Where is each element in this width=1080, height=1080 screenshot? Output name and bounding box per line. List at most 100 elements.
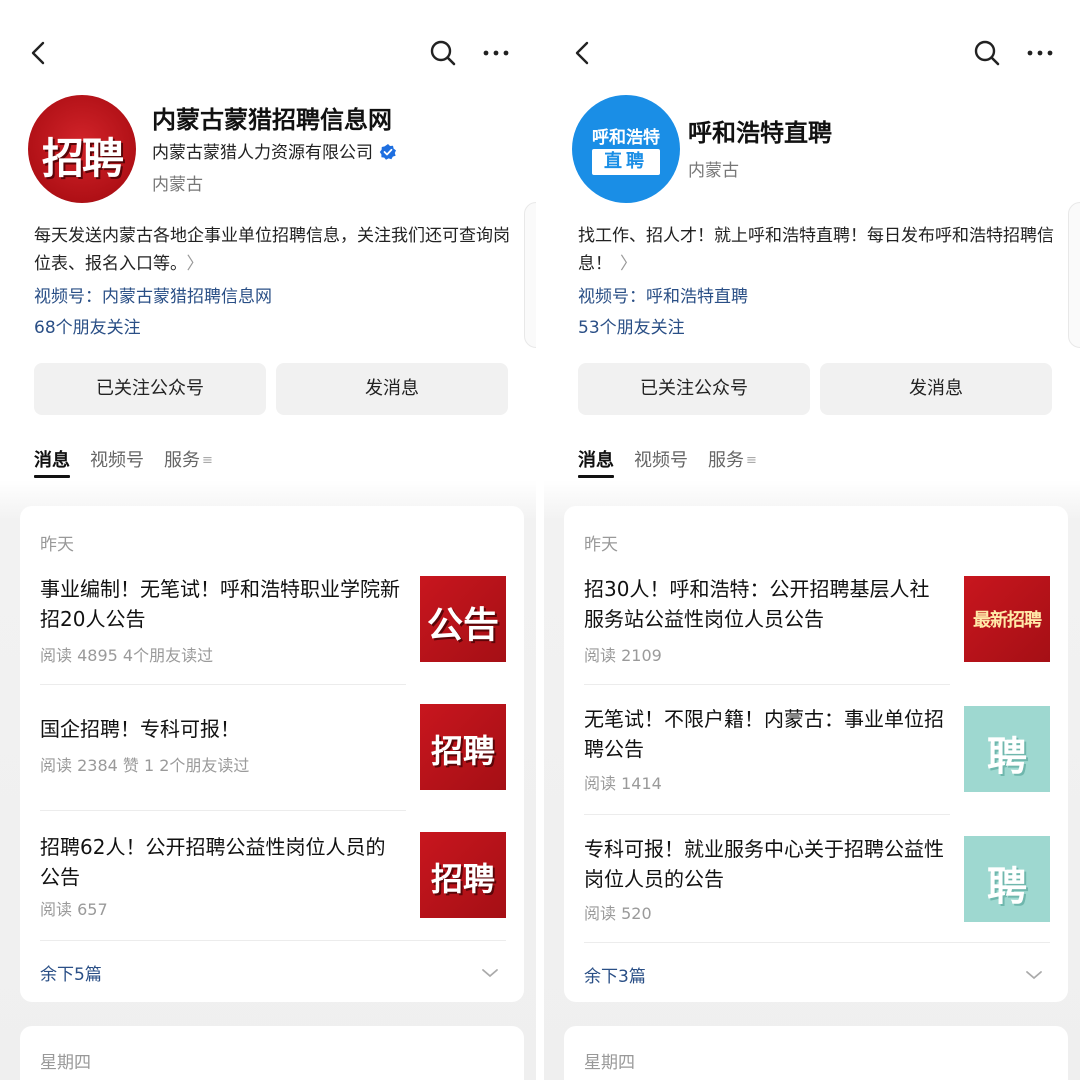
more-icon[interactable]: [480, 38, 512, 68]
thumbnail-text: 聘: [987, 734, 1027, 780]
more-icon[interactable]: [1024, 38, 1056, 68]
account-region: 内蒙古: [688, 161, 739, 181]
side-card-peek[interactable]: [524, 202, 536, 348]
top-bar: [0, 28, 536, 78]
thumbnail-text: 招聘: [430, 860, 495, 898]
chevron-down-icon[interactable]: [1024, 968, 1044, 982]
tab-messages[interactable]: 消息: [578, 446, 614, 478]
divider: [584, 814, 950, 815]
article-item[interactable]: 招30人！呼和浩特：公开招聘基层人社服务站公益性岗位人员公告 阅读 2109 最…: [584, 574, 1050, 665]
account-description[interactable]: 每天发送内蒙古各地企事业单位招聘信息，关注我们还可查询岗位表、报名入口等。〉: [34, 222, 514, 278]
search-icon[interactable]: [428, 38, 458, 68]
article-item[interactable]: 招聘62人！公开招聘公益性岗位人员的公告 阅读 657 招聘: [40, 832, 506, 922]
remaining-articles-link[interactable]: 余下3篇: [584, 962, 646, 987]
menu-icon: ≡: [746, 453, 757, 468]
chevron-right-icon: 〉: [186, 254, 204, 274]
panel-divider: [537, 0, 543, 1080]
article-title: 无笔试！不限户籍！内蒙古：事业单位招聘公告: [584, 707, 944, 761]
account-description[interactable]: 找工作、招人才！就上呼和浩特直聘！每日发布呼和浩特招聘信息！〉: [578, 222, 1058, 278]
message-card: 星期四: [564, 1026, 1068, 1080]
article-title: 招30人！呼和浩特：公开招聘基层人社服务站公益性岗位人员公告: [584, 577, 930, 631]
article-thumbnail: 公告: [420, 576, 506, 662]
channel-link[interactable]: 视频号：呼和浩特直聘: [578, 282, 748, 307]
article-meta: 阅读 1414: [584, 774, 662, 793]
divider: [40, 810, 406, 811]
article-meta: 阅读 520: [584, 904, 652, 923]
article-title: 事业编制！无笔试！呼和浩特职业学院新招20人公告: [40, 577, 400, 631]
verified-icon: [379, 144, 396, 160]
avatar-text: 招聘: [41, 134, 124, 183]
article-thumbnail: 聘: [964, 706, 1050, 792]
tab-services[interactable]: 服务 ≡: [164, 446, 213, 476]
day-label: 星期四: [584, 1053, 635, 1073]
account-profile-right: 呼和浩特 直聘 呼和浩特直聘 内蒙古 找工作、招人才！就上呼和浩特直聘！每日发布…: [544, 0, 1080, 1080]
tab-channels[interactable]: 视频号: [90, 446, 144, 476]
thumbnail-text: 聘: [987, 864, 1027, 910]
account-name: 内蒙古蒙猎招聘信息网: [152, 106, 392, 134]
avatar[interactable]: 招聘: [28, 95, 136, 203]
account-company-row[interactable]: 内蒙古蒙猎人力资源有限公司: [152, 138, 397, 163]
article-item[interactable]: 国企招聘！专科可报！ 阅读 2384 赞 1 2个朋友读过 招聘: [40, 704, 506, 794]
divider: [40, 940, 506, 941]
tab-bar: 消息 视频号 服务 ≡: [34, 446, 233, 478]
article-title: 国企招聘！专科可报！: [40, 717, 240, 741]
article-item[interactable]: 无笔试！不限户籍！内蒙古：事业单位招聘公告 阅读 1414 聘: [584, 704, 1050, 794]
back-icon[interactable]: [24, 38, 54, 68]
avatar-text: 呼和浩特: [592, 128, 660, 148]
message-card: 昨天 招30人！呼和浩特：公开招聘基层人社服务站公益性岗位人员公告 阅读 210…: [564, 506, 1068, 1002]
top-bar: [544, 28, 1080, 78]
article-meta: 阅读 657: [40, 900, 108, 919]
divider: [40, 684, 406, 685]
article-item[interactable]: 专科可报！就业服务中心关于招聘公益性岗位人员的公告 阅读 520 聘: [584, 834, 1050, 924]
account-name: 呼和浩特直聘: [688, 119, 832, 147]
divider: [584, 942, 1050, 943]
article-thumbnail: 最新招聘: [964, 576, 1050, 662]
description-text: 每天发送内蒙古各地企事业单位招聘信息，关注我们还可查询岗位表、报名入口等。: [34, 226, 510, 274]
message-card: 昨天 事业编制！无笔试！呼和浩特职业学院新招20人公告 阅读 4895 4个朋友…: [20, 506, 524, 1002]
avatar-badge-text: 直聘: [592, 149, 660, 175]
friends-following[interactable]: 53个朋友关注: [578, 313, 685, 338]
day-label: 昨天: [584, 535, 618, 555]
tab-services-label: 服务: [164, 450, 200, 471]
tab-services-label: 服务: [708, 450, 744, 471]
send-message-button[interactable]: 发消息: [820, 363, 1052, 415]
article-thumbnail: 招聘: [420, 704, 506, 790]
account-company: 内蒙古蒙猎人力资源有限公司: [152, 143, 373, 163]
tab-services[interactable]: 服务 ≡: [708, 446, 757, 476]
article-meta: 阅读 2109: [584, 646, 662, 665]
account-region: 内蒙古: [152, 175, 203, 195]
article-title: 招聘62人！公开招聘公益性岗位人员的公告: [40, 835, 386, 889]
article-thumbnail: 招聘: [420, 832, 506, 918]
followed-button[interactable]: 已关注公众号: [578, 363, 810, 415]
article-title: 专科可报！就业服务中心关于招聘公益性岗位人员的公告: [584, 837, 944, 891]
screenshot-root: 招聘 内蒙古蒙猎招聘信息网 内蒙古蒙猎人力资源有限公司 内蒙古 每天发送内蒙古各…: [0, 0, 1080, 1080]
thumbnail-text: 招聘: [430, 732, 495, 770]
tab-messages[interactable]: 消息: [34, 446, 70, 478]
message-card: 星期四: [20, 1026, 524, 1080]
channel-link[interactable]: 视频号：内蒙古蒙猎招聘信息网: [34, 282, 272, 307]
remaining-articles-link[interactable]: 余下5篇: [40, 960, 102, 985]
article-meta: 阅读 4895 4个朋友读过: [40, 646, 214, 665]
day-label: 星期四: [40, 1053, 91, 1073]
account-profile-left: 招聘 内蒙古蒙猎招聘信息网 内蒙古蒙猎人力资源有限公司 内蒙古 每天发送内蒙古各…: [0, 0, 536, 1080]
friends-following[interactable]: 68个朋友关注: [34, 313, 141, 338]
followed-button[interactable]: 已关注公众号: [34, 363, 266, 415]
description-text: 找工作、招人才！就上呼和浩特直聘！每日发布呼和浩特招聘信息！: [578, 226, 1054, 274]
side-card-peek[interactable]: [1068, 202, 1080, 348]
chevron-down-icon[interactable]: [480, 966, 500, 980]
tab-bar: 消息 视频号 服务 ≡: [578, 446, 777, 478]
chevron-right-icon: 〉: [620, 254, 637, 274]
send-message-button[interactable]: 发消息: [276, 363, 508, 415]
day-label: 昨天: [40, 535, 74, 555]
article-meta: 阅读 2384 赞 1 2个朋友读过: [40, 756, 250, 775]
search-icon[interactable]: [972, 38, 1002, 68]
article-thumbnail: 聘: [964, 836, 1050, 922]
thumbnail-text: 最新招聘: [973, 610, 1042, 631]
back-icon[interactable]: [568, 38, 598, 68]
thumbnail-text: 公告: [426, 605, 499, 646]
divider: [584, 684, 950, 685]
menu-icon: ≡: [202, 453, 213, 468]
avatar[interactable]: 呼和浩特 直聘: [572, 95, 680, 203]
article-item[interactable]: 事业编制！无笔试！呼和浩特职业学院新招20人公告 阅读 4895 4个朋友读过 …: [40, 574, 506, 665]
tab-channels[interactable]: 视频号: [634, 446, 688, 476]
